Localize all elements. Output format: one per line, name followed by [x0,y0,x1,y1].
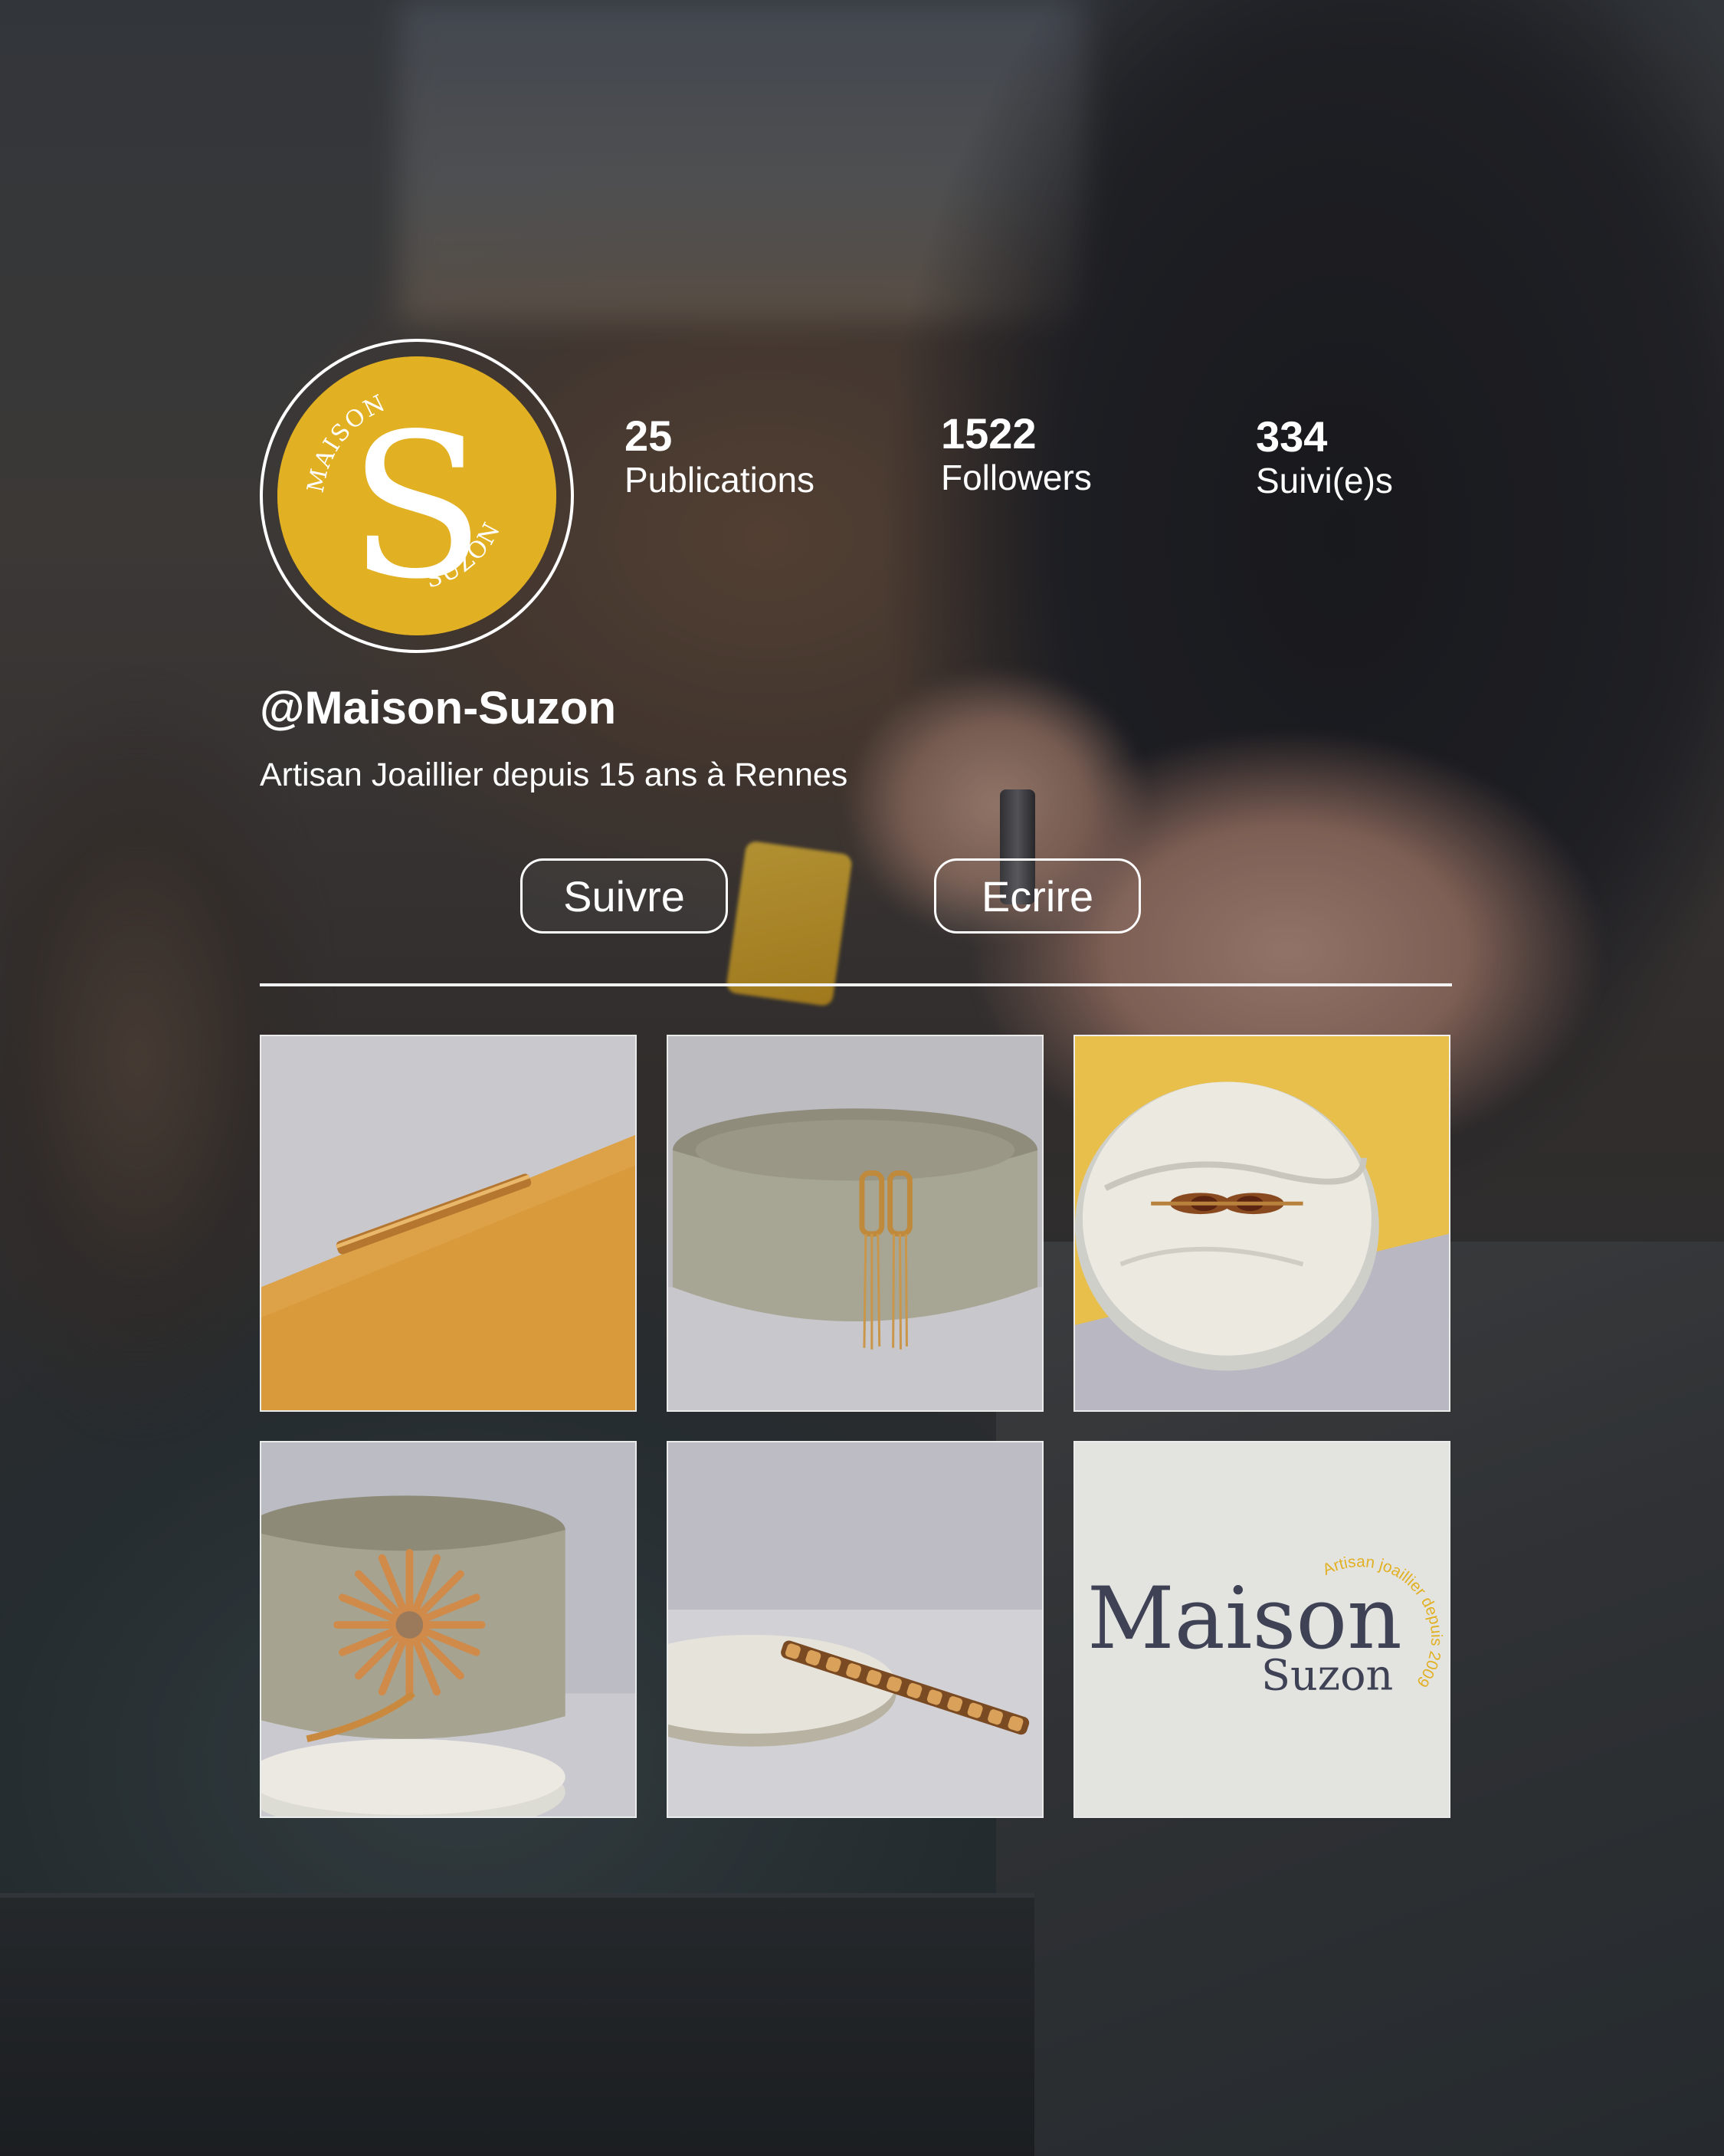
section-divider [260,983,1452,986]
post-thumbnail-2[interactable] [667,1035,1044,1412]
garnet-brooch-photo [1075,1036,1449,1410]
avatar[interactable]: S MAISON SUZON [277,356,556,635]
chain-earrings-photo [668,1036,1042,1410]
stat-publications-count: 25 [624,412,673,460]
stat-following-count: 334 [1256,412,1328,461]
stat-followers[interactable]: 1522 Followers [941,409,1092,497]
maison-suzon-logo: S MAISON SUZON [277,356,556,635]
post-thumbnail-5[interactable] [667,1441,1044,1818]
profile-bio: Artisan Joaillier depuis 15 ans à Rennes [260,756,848,793]
profile-handle: @Maison-Suzon [260,682,617,733]
flower-brooch-photo [261,1442,635,1816]
logo-letter: S [349,392,485,623]
stat-following-label: Suivi(e)s [1256,461,1393,500]
message-button[interactable]: Ecrire [934,858,1141,934]
post-thumbnail-4[interactable] [260,1441,637,1818]
post-thumbnail-1[interactable] [260,1035,637,1412]
maison-suzon-logo-card: Maison Suzon Artisan joaillier depuis 20… [1075,1442,1449,1816]
chain-bar-brooch-photo [261,1036,635,1410]
stat-followers-count: 1522 [941,409,1037,458]
stat-followers-label: Followers [941,458,1092,497]
logo-card-sub: Suzon [1261,1650,1393,1700]
post-thumbnail-6[interactable]: Maison Suzon Artisan joaillier depuis 20… [1073,1441,1450,1818]
stat-following[interactable]: 334 Suivi(e)s [1256,412,1393,500]
stat-publications-label: Publications [624,460,815,500]
stat-publications[interactable]: 25 Publications [624,412,815,500]
post-thumbnail-3[interactable] [1073,1035,1450,1412]
chain-bracelet-photo [668,1442,1042,1816]
follow-button[interactable]: Suivre [520,858,728,934]
